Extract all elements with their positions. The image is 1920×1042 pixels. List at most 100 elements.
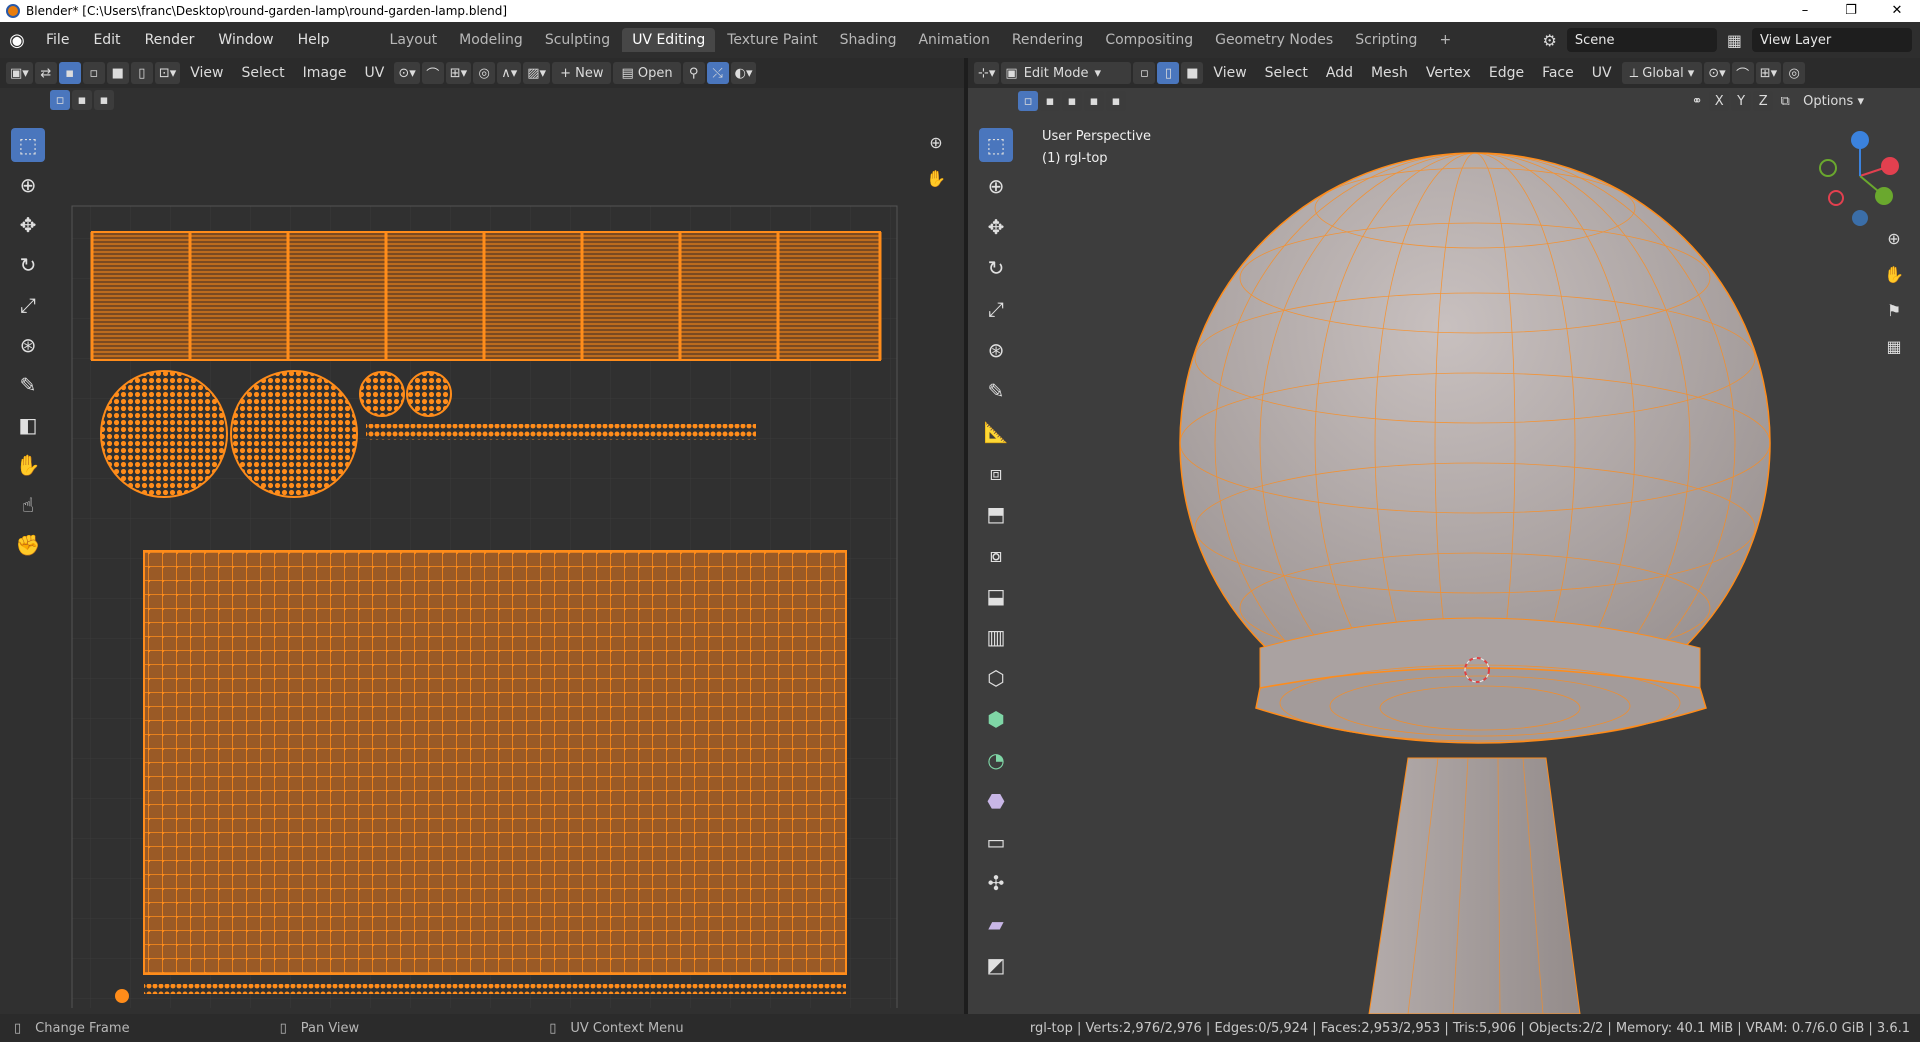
face-mode-icon[interactable]: ■ xyxy=(1181,62,1204,84)
uv-island-disc-3[interactable] xyxy=(359,371,405,417)
mirror-z-toggle[interactable]: Z xyxy=(1753,91,1774,111)
scene-field[interactable]: Scene xyxy=(1566,28,1717,52)
vp-menu-view[interactable]: View xyxy=(1205,65,1254,81)
sticky-select-icon[interactable]: ⊡▾ xyxy=(154,62,181,84)
move-tool-icon[interactable]: ✥ xyxy=(11,208,45,242)
gizmo-neg-y-icon[interactable] xyxy=(1819,159,1837,177)
vp-menu-mesh[interactable]: Mesh xyxy=(1363,65,1416,81)
falloff-icon[interactable]: ∧▾ xyxy=(497,62,522,84)
snap-toggle-icon[interactable]: ⌒ xyxy=(1731,62,1754,84)
maximize-button[interactable]: ❐ xyxy=(1828,0,1874,22)
camera-view-icon[interactable]: ⚑ xyxy=(1880,296,1908,324)
uv-menu-select[interactable]: Select xyxy=(233,65,292,81)
menu-file[interactable]: File xyxy=(34,32,81,48)
tab-animation[interactable]: Animation xyxy=(908,28,999,52)
open-image-button[interactable]: ▤ Open xyxy=(613,62,681,84)
view-layer-selector-icon[interactable]: ▦ xyxy=(1727,31,1742,50)
mode-selector[interactable]: ▣ Edit Mode ▾ xyxy=(1001,62,1132,84)
pivot-point-icon[interactable]: ⊙▾ xyxy=(1704,62,1730,84)
pan-hand-icon[interactable]: ✋ xyxy=(922,164,950,192)
editor-type-3d-icon[interactable]: ⊹▾ xyxy=(974,62,1000,84)
uv-menu-image[interactable]: Image xyxy=(295,65,355,81)
gizmo-x-icon[interactable] xyxy=(1881,157,1899,175)
uv-sync-icon[interactable]: ⤯ xyxy=(706,62,729,84)
overlay-icon[interactable]: ◐▾ xyxy=(730,62,757,84)
vp-menu-edge[interactable]: Edge xyxy=(1481,65,1532,81)
grab-tool-icon[interactable]: ✋ xyxy=(11,448,45,482)
uv-island-point[interactable] xyxy=(115,989,129,1003)
select-box-tool-icon[interactable]: ⬚ xyxy=(11,128,45,162)
vp-pan-icon[interactable]: ✋ xyxy=(1880,260,1908,288)
close-button[interactable]: ✕ xyxy=(1874,0,1920,22)
annotate-tool-icon[interactable]: ✎ xyxy=(11,368,45,402)
snap-icon[interactable]: ⌒ xyxy=(421,62,444,84)
uv-island-thin-row[interactable] xyxy=(366,424,756,440)
snap-target-icon[interactable]: ⊞▾ xyxy=(445,62,472,84)
rotate-tool-icon[interactable]: ↻ xyxy=(11,248,45,282)
edge-mode-icon[interactable]: ▯ xyxy=(1157,62,1180,84)
uv-island-bottom-row[interactable] xyxy=(144,984,846,994)
mirror-icon[interactable]: ⚭ xyxy=(1687,91,1707,111)
editor-type-icon[interactable]: ▣▾ xyxy=(6,62,33,84)
tab-shading[interactable]: Shading xyxy=(830,28,907,52)
uv-island-strip[interactable] xyxy=(90,231,882,361)
menu-edit[interactable]: Edit xyxy=(81,32,132,48)
sync-selection-icon[interactable]: ⇄ xyxy=(34,62,57,84)
menu-window[interactable]: Window xyxy=(206,32,285,48)
snap-options-icon[interactable]: ⊞▾ xyxy=(1755,62,1782,84)
vp-menu-uv[interactable]: UV xyxy=(1584,65,1620,81)
vp-menu-vertex[interactable]: Vertex xyxy=(1418,65,1479,81)
proportional-edit-icon[interactable]: ◎ xyxy=(1783,62,1806,84)
options-dropdown[interactable]: Options ▾ xyxy=(1797,91,1870,111)
tab-geometry-nodes[interactable]: Geometry Nodes xyxy=(1205,28,1343,52)
edge-select-icon[interactable]: ▫ xyxy=(82,62,105,84)
zoom-icon[interactable]: ⊕ xyxy=(922,128,950,156)
menu-render[interactable]: Render xyxy=(133,32,207,48)
select-box-mode-new-icon[interactable]: ▫ xyxy=(50,90,70,110)
orientation-selector[interactable]: ⟂ Global ▾ xyxy=(1621,62,1703,84)
transform-tool-icon[interactable]: ⊛ xyxy=(11,328,45,362)
blender-menu-icon[interactable]: ◉ xyxy=(0,30,34,51)
vertex-select-icon[interactable]: ▪ xyxy=(58,62,81,84)
mirror-y-toggle[interactable]: Y xyxy=(1731,91,1752,111)
mirror-x-toggle[interactable]: X xyxy=(1709,91,1730,111)
navigation-gizmo[interactable] xyxy=(1814,126,1910,236)
proportional-icon[interactable]: ◎ xyxy=(473,62,496,84)
image-browse-icon[interactable]: ▨▾ xyxy=(523,62,551,84)
gizmo-neg-x-icon[interactable] xyxy=(1828,190,1844,206)
3d-scene[interactable] xyxy=(968,118,1920,1014)
minimize-button[interactable]: – xyxy=(1782,0,1828,22)
tab-rendering[interactable]: Rendering xyxy=(1002,28,1094,52)
vp-zoom-icon[interactable]: ⊕ xyxy=(1880,224,1908,252)
gizmo-y-icon[interactable] xyxy=(1875,187,1893,205)
vp-select-add-icon[interactable]: ▪ xyxy=(1040,91,1060,111)
face-select-icon[interactable]: ■ xyxy=(106,62,129,84)
uv-island-sphere[interactable] xyxy=(143,550,847,975)
cursor-tool-icon[interactable]: ⊕ xyxy=(11,168,45,202)
perspective-toggle-icon[interactable]: ▦ xyxy=(1880,332,1908,360)
relax-tool-icon[interactable]: ☝ xyxy=(11,488,45,522)
vp-select-new-icon[interactable]: ▫ xyxy=(1018,91,1038,111)
uv-canvas[interactable] xyxy=(50,118,950,1008)
vp-select-intersect-icon[interactable]: ▪ xyxy=(1106,91,1126,111)
auto-merge-icon[interactable]: ⧉ xyxy=(1775,91,1795,111)
new-image-button[interactable]: + New xyxy=(552,62,612,84)
view-layer-field[interactable]: View Layer xyxy=(1752,28,1912,52)
gizmo-z-icon[interactable] xyxy=(1851,131,1869,149)
pivot-icon[interactable]: ⊙▾ xyxy=(394,62,420,84)
menu-help[interactable]: Help xyxy=(286,32,342,48)
vp-menu-select[interactable]: Select xyxy=(1257,65,1316,81)
tab-modeling[interactable]: Modeling xyxy=(449,28,533,52)
tab-layout[interactable]: Layout xyxy=(380,28,448,52)
vp-menu-add[interactable]: Add xyxy=(1318,65,1361,81)
uv-island-disc-2[interactable] xyxy=(230,370,358,498)
rip-tool-icon[interactable]: ◧ xyxy=(11,408,45,442)
island-select-icon[interactable]: ▯ xyxy=(130,62,153,84)
vp-select-sub-icon[interactable]: ▪ xyxy=(1062,91,1082,111)
uv-island-disc-1[interactable] xyxy=(100,370,228,498)
scale-tool-icon[interactable]: ⤢ xyxy=(11,288,45,322)
uv-menu-view[interactable]: View xyxy=(182,65,231,81)
select-box-mode-add-icon[interactable]: ▪ xyxy=(72,90,92,110)
vp-menu-face[interactable]: Face xyxy=(1534,65,1582,81)
tab-texture-paint[interactable]: Texture Paint xyxy=(717,28,827,52)
